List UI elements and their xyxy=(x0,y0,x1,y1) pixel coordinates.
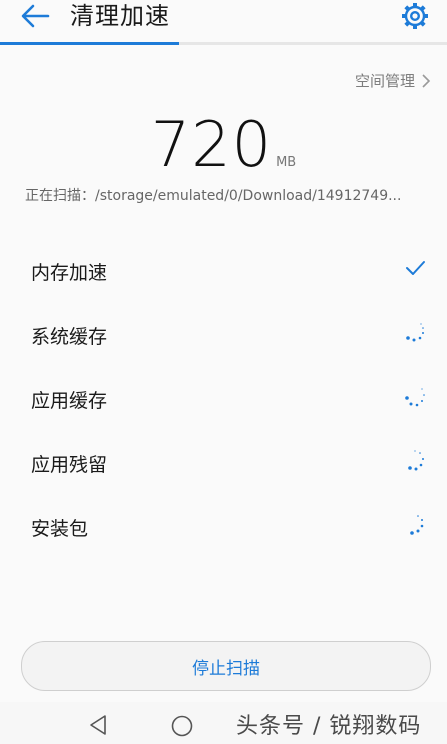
stop-scan-button[interactable]: 停止扫描 xyxy=(21,641,431,691)
junk-size-display: 720 MB xyxy=(0,108,447,181)
junk-size-unit: MB xyxy=(276,155,297,170)
chevron-right-icon xyxy=(422,73,431,88)
scan-path-text: 正在扫描：/storage/emulated/0/Download/149127… xyxy=(25,188,402,204)
space-management-label: 空间管理 xyxy=(354,72,415,90)
scan-item-system-cache[interactable]: 系统缓存 xyxy=(0,302,447,366)
back-arrow-icon[interactable] xyxy=(18,2,52,30)
scan-item-app-cache[interactable]: 应用缓存 xyxy=(0,366,447,430)
gear-icon[interactable] xyxy=(400,1,430,31)
page-title: 清理加速 xyxy=(70,2,170,30)
loading-spinner-icon xyxy=(406,323,424,342)
scan-item-app-residue[interactable]: 应用残留 xyxy=(0,430,447,494)
watermark-text: 头条号 / 锐翔数码 xyxy=(236,714,422,739)
system-navigation-bar: 头条号 / 锐翔数码 xyxy=(0,702,447,744)
space-management-link[interactable]: 空间管理 xyxy=(355,70,431,91)
nav-home-circle-icon[interactable] xyxy=(170,714,194,738)
scan-item-label: 应用缓存 xyxy=(31,390,108,412)
loading-spinner-icon xyxy=(408,450,424,471)
scan-item-label: 安装包 xyxy=(31,518,89,540)
scan-item-install-packages[interactable]: 安装包 xyxy=(0,494,447,558)
scan-item-label: 系统缓存 xyxy=(31,326,108,348)
scan-progress-fill xyxy=(0,42,179,45)
loading-spinner-icon xyxy=(410,515,424,535)
loading-spinner-icon xyxy=(405,388,425,407)
app-bar: 清理加速 xyxy=(0,0,447,46)
junk-size-value: 720 xyxy=(150,108,273,181)
check-icon xyxy=(406,261,425,275)
scan-item-label: 应用残留 xyxy=(31,454,108,476)
scan-item-label: 内存加速 xyxy=(31,262,108,284)
nav-back-triangle-icon[interactable] xyxy=(88,714,108,736)
scan-item-list: 内存加速 系统缓存 应用缓存 应用残留 安装包 xyxy=(0,238,447,558)
scan-progress-bar xyxy=(0,42,447,45)
scan-item-memory-boost[interactable]: 内存加速 xyxy=(0,238,447,302)
